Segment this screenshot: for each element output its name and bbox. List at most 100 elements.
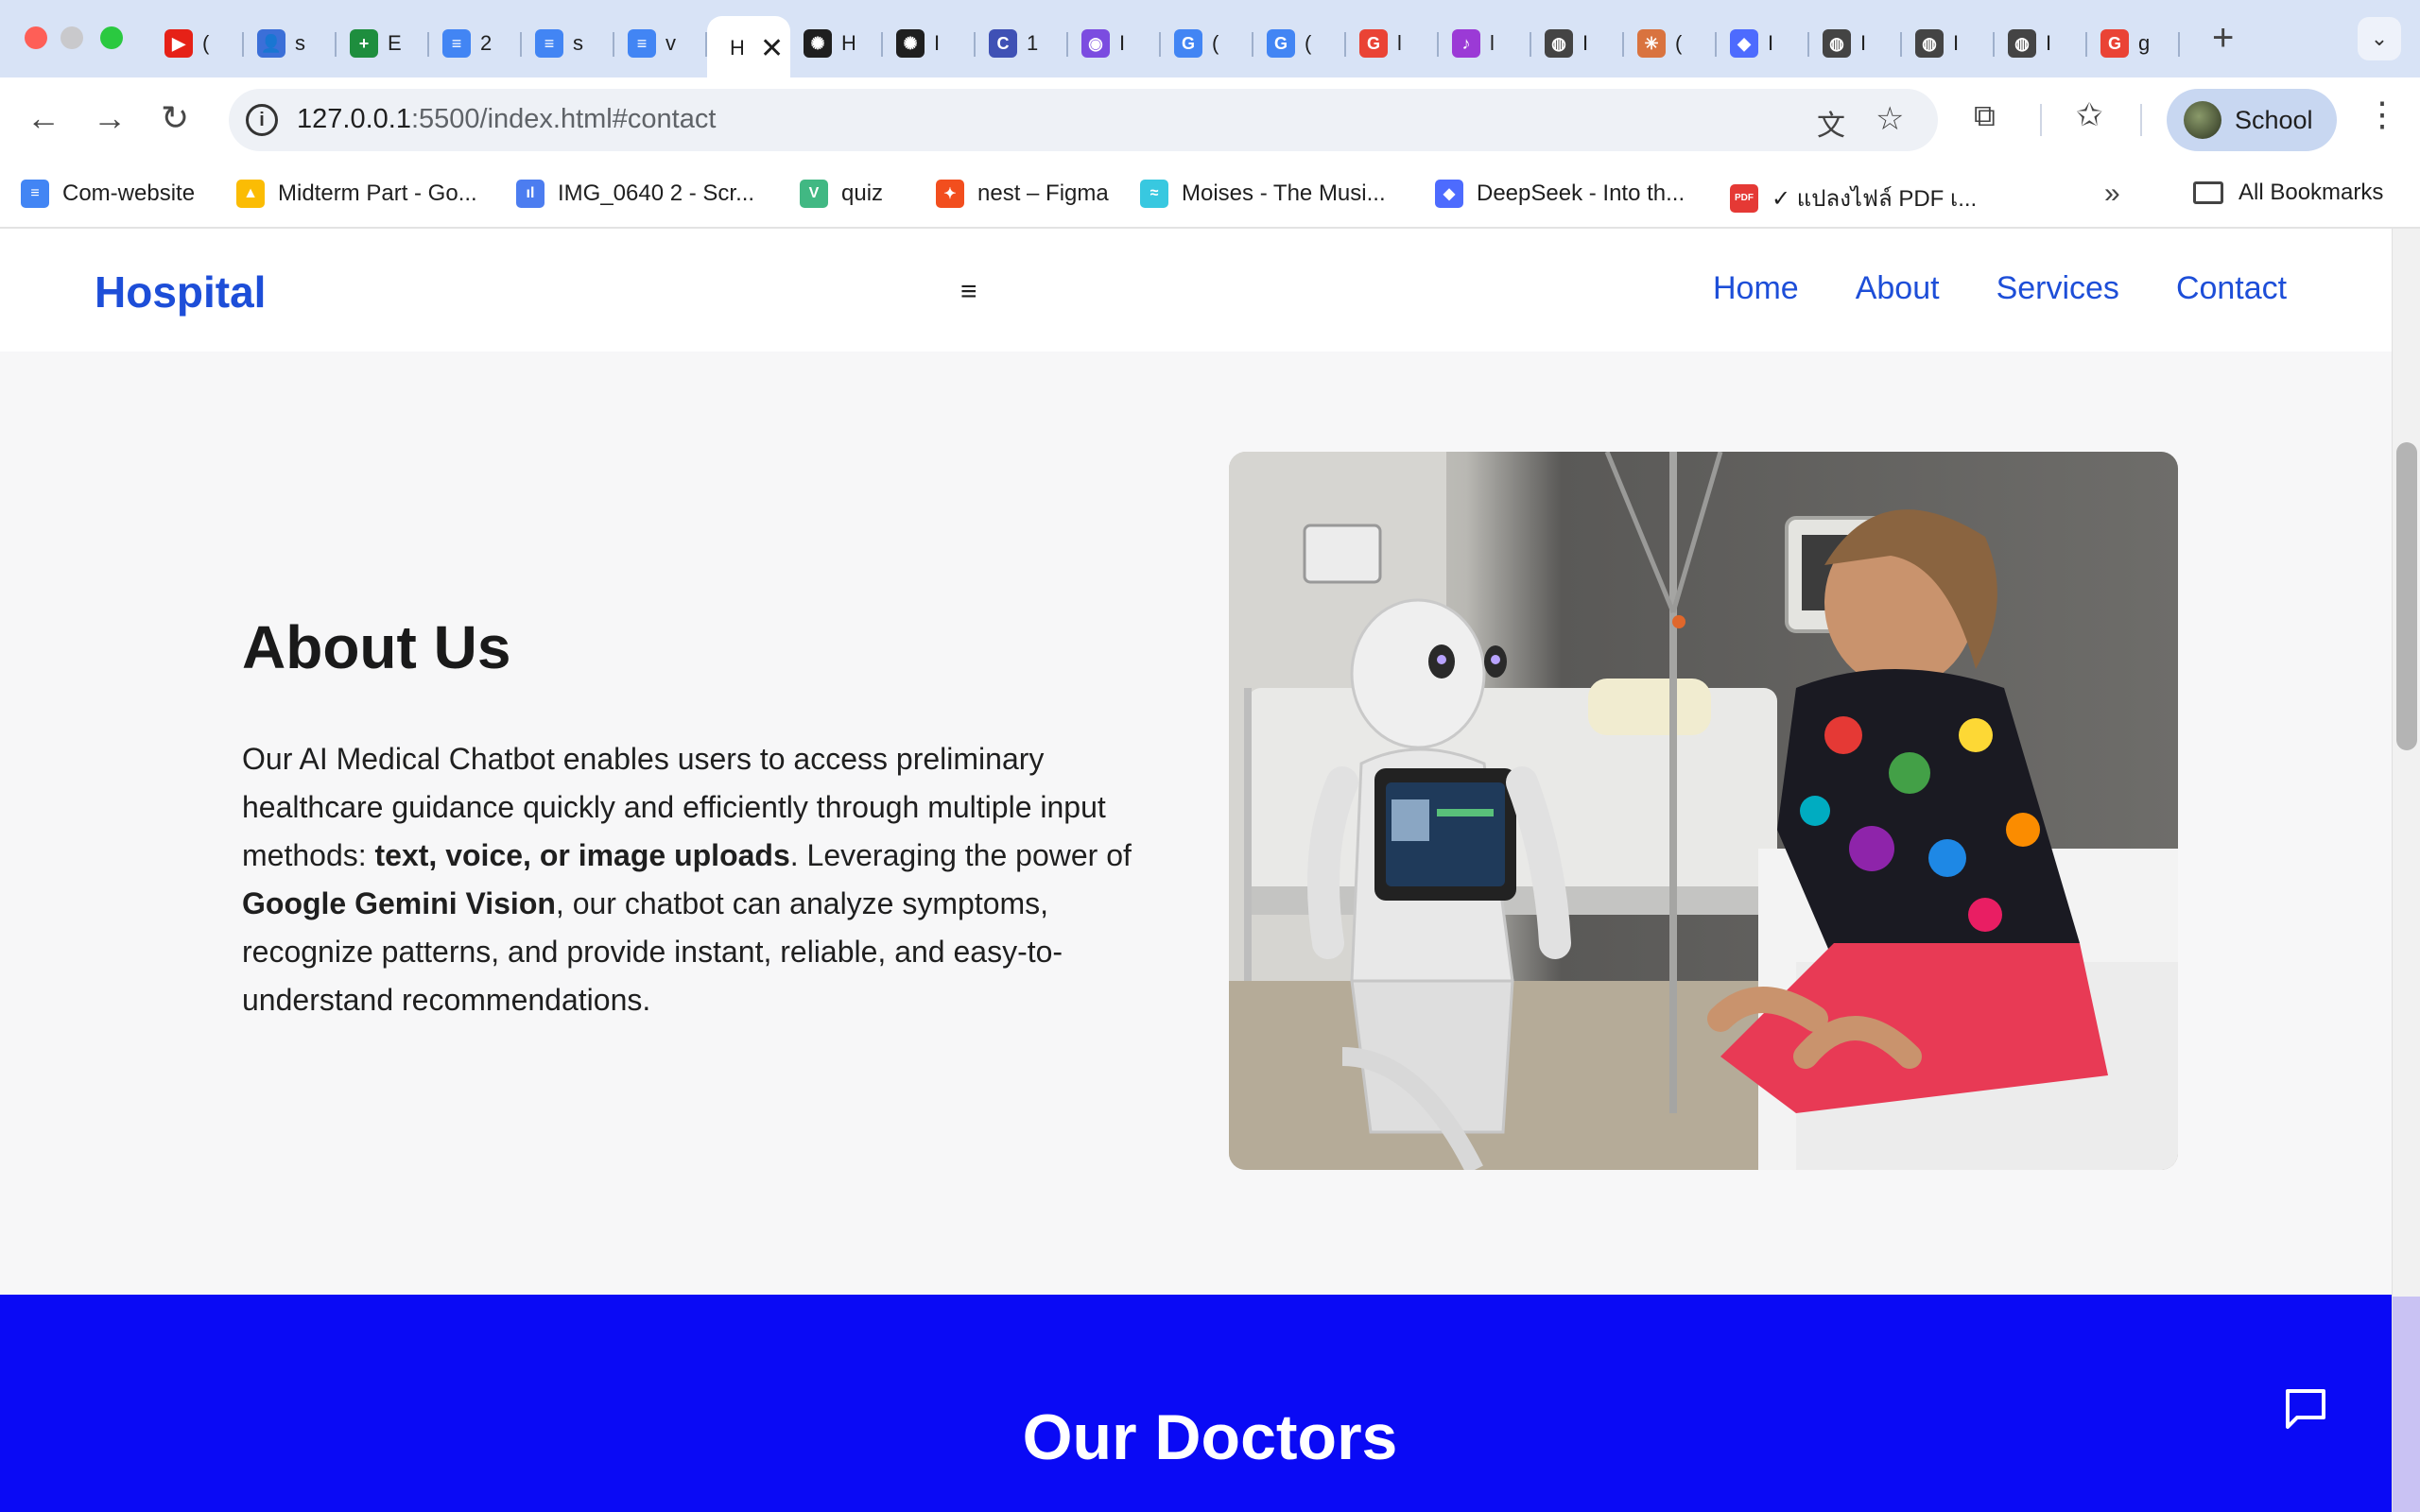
browser-tab-active[interactable]: H ✕ <box>707 16 790 80</box>
bookmark-label: quiz <box>841 180 884 206</box>
tab-title: I <box>1768 31 1774 55</box>
browser-tab[interactable]: G( <box>1253 19 1346 68</box>
close-window-button[interactable] <box>25 26 47 49</box>
browser-tab[interactable]: ≡ v <box>614 19 707 68</box>
nav-link-contact[interactable]: Contact <box>2176 270 2287 307</box>
site-info-icon[interactable]: i <box>246 104 278 136</box>
browser-tab[interactable]: ◍ I <box>1995 19 2087 68</box>
bookmarks-bar: » All Bookmarks ≡ Com-website ▲ Midterm Par… <box>0 163 2420 229</box>
translate-icon[interactable]: 文 <box>1817 102 1845 144</box>
about-emphasis-gemini: Google Gemini Vision <box>242 886 556 920</box>
profile-name: School <box>2235 105 2313 134</box>
bookmark-favicon-icon: ıl <box>516 180 544 208</box>
folder-icon <box>2193 181 2223 204</box>
profile-button[interactable]: School <box>2167 89 2337 151</box>
web-page: Hospital ≡ Home About Services Contact A… <box>0 229 2392 1512</box>
tab-title: 1 <box>1027 31 1039 55</box>
browser-toolbar: ← → ↻ i 127.0.0.1:5500/index.html#contac… <box>0 77 2420 163</box>
scrollbar-thumb[interactable] <box>2396 442 2417 750</box>
tab-favicon-icon: G <box>2100 29 2129 58</box>
bookmark-item[interactable]: ▲ Midterm Part - Go... <box>236 180 477 208</box>
tab-title: ( <box>1305 31 1312 55</box>
browser-tab[interactable]: Gg <box>2087 19 2180 68</box>
tab-title: I <box>1860 31 1867 55</box>
browser-tab[interactable]: ✺ H <box>790 19 883 68</box>
browser-tab[interactable]: ≡ 2 <box>429 19 522 68</box>
browser-tab[interactable]: ✳( <box>1624 19 1717 68</box>
nav-link-home[interactable]: Home <box>1713 270 1799 307</box>
browser-tab[interactable]: ◍ I <box>1809 19 1902 68</box>
close-tab-icon[interactable]: ✕ <box>760 32 784 65</box>
site-navbar: Hospital ≡ Home About Services Contact <box>0 229 2392 352</box>
maximize-window-button[interactable] <box>100 26 123 49</box>
forward-button[interactable]: → <box>93 98 127 138</box>
browser-tab[interactable]: ♪ l <box>1439 19 1531 68</box>
bookmark-item[interactable]: Vquiz <box>800 180 883 208</box>
nav-link-about[interactable]: About <box>1856 270 1940 307</box>
bookmark-item[interactable]: ≈ Moises - The Musi... <box>1140 180 1386 208</box>
all-bookmarks-label: All Bookmarks <box>2238 180 2384 205</box>
browser-tab[interactable]: Gl <box>1346 19 1439 68</box>
bookmark-item[interactable]: ✦ nest – Figma <box>936 180 1109 208</box>
tab-favicon-icon: ✺ <box>804 29 832 58</box>
bookmark-label: Midterm Part - Go... <box>278 180 477 206</box>
doctors-heading: Our Doctors <box>1022 1401 1398 1473</box>
browser-menu-icon[interactable]: ⋮ <box>2365 94 2399 134</box>
browser-tab[interactable]: ≡ s <box>522 19 614 68</box>
tab-favicon-icon: ▶ <box>164 29 193 58</box>
browser-tab[interactable]: ✺ I <box>883 19 976 68</box>
bookmark-favicon-icon: ▲ <box>236 180 265 208</box>
browser-tab[interactable]: 👤 s <box>244 19 337 68</box>
menu-toggle-icon[interactable]: ≡ <box>960 276 977 308</box>
tab-title: ( <box>1212 31 1219 55</box>
tab-title: 2 <box>480 31 493 55</box>
toolbar-divider <box>2040 104 2042 136</box>
extensions-icon[interactable]: ⧉ <box>1974 98 1996 134</box>
bookmark-item[interactable]: PDF ✓ แปลงไฟล์ PDF เ... <box>1730 180 1977 216</box>
tab-title: ( <box>202 31 210 55</box>
url-text[interactable]: 127.0.0.1:5500/index.html#contact <box>297 104 716 135</box>
tab-favicon-icon: ≡ <box>442 29 471 58</box>
browser-tab[interactable]: ◍ I <box>1531 19 1624 68</box>
address-bar[interactable]: i 127.0.0.1:5500/index.html#contact 文 ☆ <box>229 89 1938 151</box>
browser-tab[interactable]: ◆ I <box>1717 19 1809 68</box>
browser-tab[interactable]: ▶( <box>151 19 244 68</box>
tab-favicon-icon: ◆ <box>1730 29 1758 58</box>
bookmark-label: IMG_0640 2 - Scr... <box>558 180 755 206</box>
tab-search-button[interactable]: ⌄ <box>2358 17 2401 60</box>
about-description: Our AI Medical Chatbot enables users to … <box>242 735 1187 1024</box>
tab-title: I <box>1953 31 1960 55</box>
tab-list: ▶(👤 s + E ≡ 2 ≡ s ≡ v H ✕ ✺ H ✺ I C 1 ◉ I G(G(Gl ♪ l ◍ I ✳(◆ I ◍ I ◍ I… <box>151 13 2180 80</box>
tab-title: I <box>2046 31 2052 55</box>
browser-tab[interactable]: C1 <box>976 19 1068 68</box>
site-logo[interactable]: Hospital <box>95 266 266 318</box>
minimize-window-button[interactable] <box>60 26 83 49</box>
tab-title: g <box>2138 31 2151 55</box>
tab-favicon-icon: G <box>1359 29 1388 58</box>
tab-favicon-icon: G <box>1174 29 1202 58</box>
browser-tab[interactable]: ◉ I <box>1068 19 1161 68</box>
browser-tab[interactable]: G( <box>1161 19 1253 68</box>
tab-favicon-icon: ◍ <box>1545 29 1573 58</box>
more-bookmarks-icon[interactable]: » <box>2104 178 2120 210</box>
bookmark-label: Moises - The Musi... <box>1182 180 1386 206</box>
tab-title: I <box>1119 31 1126 55</box>
all-bookmarks-button[interactable]: All Bookmarks <box>2193 180 2383 206</box>
back-button[interactable]: ← <box>26 98 60 138</box>
bookmark-item[interactable]: ıl IMG_0640 2 - Scr... <box>516 180 754 208</box>
tab-title: l <box>1397 31 1402 55</box>
tab-title: H <box>841 31 855 55</box>
nav-link-services[interactable]: Services <box>1996 270 2119 307</box>
browser-tab[interactable]: + E <box>337 19 429 68</box>
chat-icon[interactable] <box>2282 1385 2329 1433</box>
reload-button[interactable]: ↻ <box>161 98 189 138</box>
about-emphasis-inputs: text, voice, or image uploads <box>374 838 790 872</box>
reading-list-icon[interactable]: ✩ <box>2076 96 2103 134</box>
bookmark-item[interactable]: ≡ Com-website <box>21 180 195 208</box>
page-scrollbar[interactable] <box>2392 229 2420 1512</box>
new-tab-button[interactable]: + <box>2212 17 2234 60</box>
browser-tab[interactable]: ◍ I <box>1902 19 1995 68</box>
bookmark-item[interactable]: ◆ DeepSeek - Into th... <box>1435 180 1685 208</box>
bookmark-star-icon[interactable]: ☆ <box>1876 100 1904 138</box>
tab-title: H <box>730 36 743 60</box>
